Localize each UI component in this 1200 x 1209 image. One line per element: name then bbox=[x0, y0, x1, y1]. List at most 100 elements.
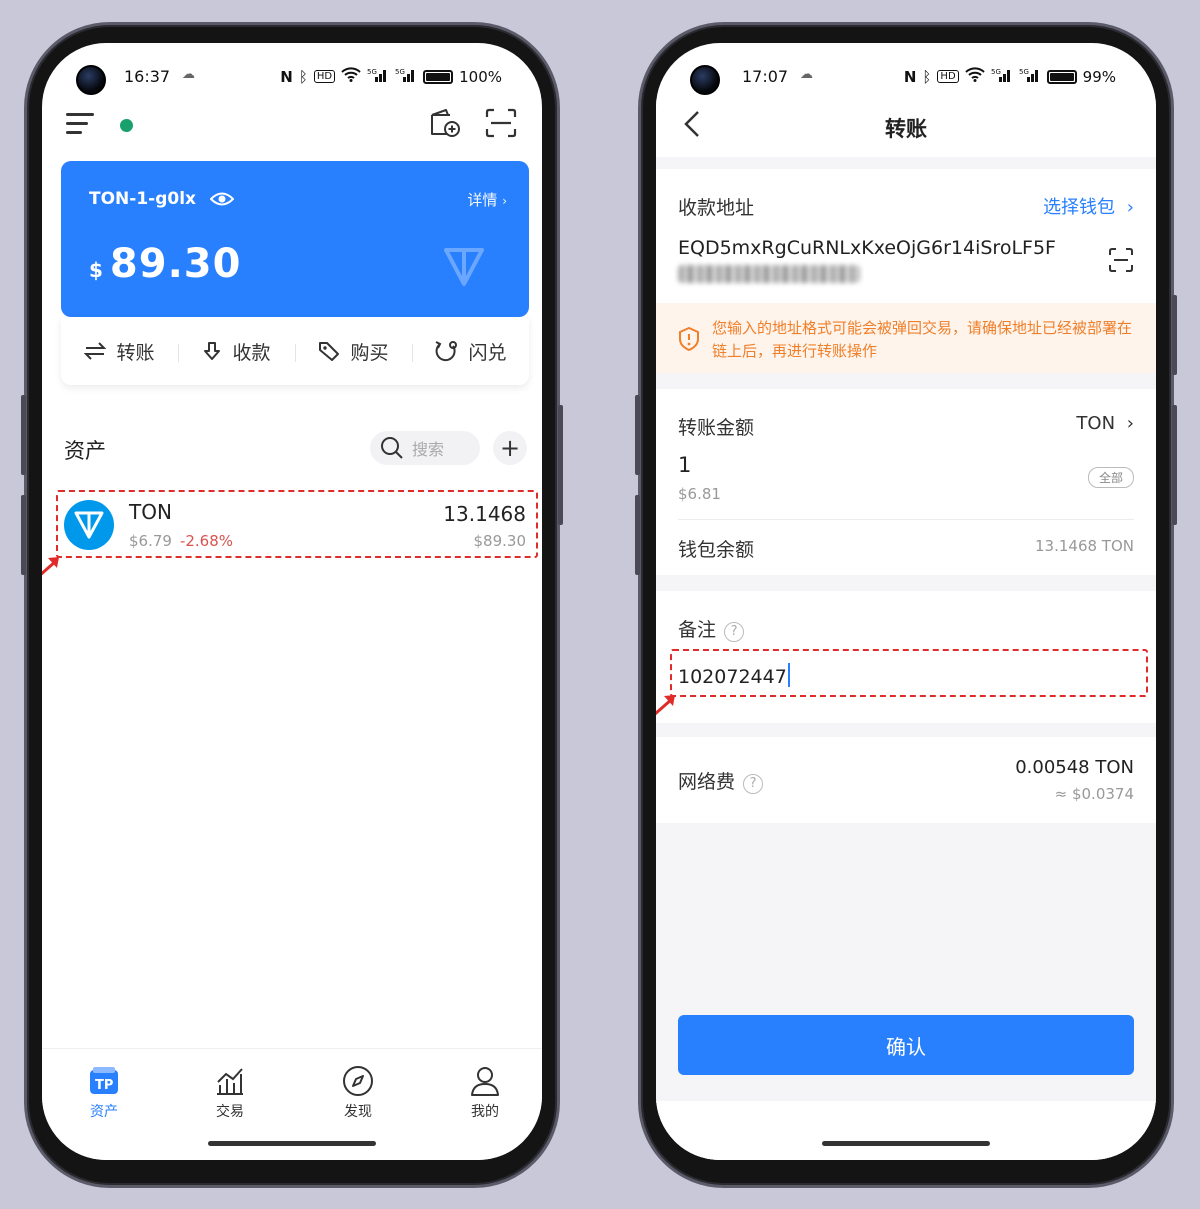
nav-profile[interactable]: 我的 bbox=[445, 1063, 525, 1121]
quick-actions: 转账 收款 购买 闪兑 bbox=[61, 317, 529, 385]
recipient-label: 收款地址 bbox=[678, 197, 755, 219]
bottom-area bbox=[656, 1101, 1156, 1160]
pointer-arrow-icon bbox=[42, 557, 59, 576]
ton-logo-icon bbox=[444, 248, 484, 286]
wallet-balance: $89.30 bbox=[89, 241, 242, 287]
shield-alert-icon bbox=[679, 327, 699, 351]
eye-icon[interactable] bbox=[210, 191, 235, 207]
highlight-box bbox=[670, 649, 1148, 697]
confirm-button[interactable]: 确认 bbox=[678, 1015, 1134, 1075]
home-indicator[interactable] bbox=[208, 1141, 376, 1146]
asset-search-input[interactable]: 搜索 bbox=[370, 431, 480, 465]
page-header: 转账 bbox=[656, 99, 1156, 157]
swap-icon bbox=[436, 341, 458, 362]
wallet-balance-value: 13.1468 TON bbox=[1035, 537, 1134, 555]
chart-icon bbox=[217, 1068, 243, 1095]
status-time: 17:07 bbox=[742, 67, 789, 86]
plus-icon: + bbox=[499, 434, 521, 462]
battery-icon bbox=[1046, 69, 1077, 84]
battery-icon bbox=[423, 69, 454, 84]
highlight-box bbox=[56, 490, 538, 558]
status-bar: 17:07 ☁ N ᛒ HD 5G 5G 99% bbox=[656, 43, 1156, 99]
recipient-address-input[interactable]: EQD5mxRgCuRNLxKxeOjG6r14iSroLF5F bbox=[678, 237, 1056, 259]
wallet-details-link[interactable]: 详情 › bbox=[467, 189, 507, 210]
tp-wallet-icon: TP bbox=[90, 1067, 118, 1094]
nav-discover[interactable]: 发现 bbox=[318, 1063, 398, 1121]
hd-icon: HD bbox=[937, 70, 959, 83]
add-asset-button[interactable]: + bbox=[493, 431, 527, 465]
tag-icon bbox=[319, 342, 340, 361]
amount-input[interactable]: 1 bbox=[678, 453, 691, 477]
signal-5g-icon: 5G bbox=[1019, 67, 1041, 86]
chevron-right-icon: › bbox=[1126, 197, 1134, 218]
redacted-address-part bbox=[678, 265, 860, 283]
nfc-icon: N bbox=[280, 67, 293, 86]
fee-fiat: ≈ $0.0374 bbox=[1054, 785, 1134, 803]
signal-5g-icon: 5G bbox=[991, 67, 1013, 86]
fee-value: 0.00548 TON bbox=[1015, 757, 1134, 778]
amount-section: 转账金额 TON › 1 全部 $6.81 钱包余额 13.1468 TON bbox=[656, 389, 1156, 575]
warning-text: 您输入的地址格式可能会被弹回交易，请确保地址已经被部署在链上后，再进行转账操作 bbox=[712, 319, 1133, 360]
scan-icon[interactable] bbox=[484, 107, 518, 139]
svg-text:TP: TP bbox=[95, 1078, 113, 1093]
wallet-home-screen: 16:37 ☁ N ᛒ HD 5G 5G 100% TON-1-g0lx 详情 … bbox=[42, 43, 542, 1160]
chevron-right-icon: › bbox=[1126, 413, 1134, 434]
battery-percent: 100% bbox=[459, 67, 502, 86]
svg-text:5G: 5G bbox=[1019, 68, 1029, 76]
pointer-arrow-icon bbox=[656, 695, 675, 716]
help-icon[interactable]: ? bbox=[724, 622, 745, 642]
divider bbox=[678, 519, 1134, 520]
nfc-icon: N bbox=[903, 67, 917, 86]
scan-icon[interactable] bbox=[1108, 247, 1134, 273]
compass-icon bbox=[343, 1066, 373, 1096]
network-fee-section: 网络费? 0.00548 TON ≈ $0.0374 bbox=[656, 737, 1156, 823]
address-warning: 您输入的地址格式可能会被弹回交易，请确保地址已经被部署在链上后，再进行转账操作 bbox=[656, 303, 1156, 373]
wallet-name: TON-1-g0lx bbox=[89, 189, 197, 209]
max-amount-button[interactable]: 全部 bbox=[1087, 467, 1134, 488]
help-icon[interactable]: ? bbox=[743, 774, 764, 794]
status-bar: 16:37 ☁ N ᛒ HD 5G 5G 100% bbox=[42, 43, 542, 99]
bluetooth-icon: ᛒ bbox=[922, 67, 932, 86]
wifi-icon bbox=[341, 67, 361, 86]
select-wallet-link[interactable]: 选择钱包 › bbox=[1043, 193, 1134, 219]
hd-icon: HD bbox=[313, 70, 336, 83]
buy-button[interactable]: 购买 bbox=[295, 338, 412, 365]
wallet-card[interactable]: TON-1-g0lx 详情 › $89.30 bbox=[61, 161, 529, 317]
cloud-icon: ☁ bbox=[800, 67, 813, 82]
bluetooth-icon: ᛒ bbox=[298, 67, 308, 86]
transfer-icon bbox=[84, 342, 107, 360]
svg-text:5G: 5G bbox=[367, 68, 377, 76]
swap-button[interactable]: 闪兑 bbox=[412, 338, 529, 365]
power-button bbox=[558, 405, 563, 525]
search-placeholder: 搜索 bbox=[412, 440, 445, 459]
add-wallet-icon[interactable] bbox=[428, 107, 462, 139]
transfer-button[interactable]: 转账 bbox=[61, 338, 178, 365]
nav-trade[interactable]: 交易 bbox=[190, 1063, 270, 1121]
signal-5g-icon: 5G bbox=[395, 67, 417, 86]
bottom-nav: TP 资产 交易 发现 我的 bbox=[42, 1048, 542, 1160]
home-indicator[interactable] bbox=[822, 1141, 990, 1146]
top-toolbar bbox=[42, 105, 542, 155]
front-camera bbox=[76, 65, 106, 95]
search-icon bbox=[381, 437, 403, 459]
status-time: 16:37 bbox=[124, 67, 171, 86]
connection-status-dot bbox=[120, 119, 133, 132]
volume-button bbox=[21, 495, 26, 575]
transfer-screen: 17:07 ☁ N ᛒ HD 5G 5G 99% 转账 收款地址 选择钱包 › … bbox=[656, 43, 1156, 1160]
svg-text:5G: 5G bbox=[395, 68, 405, 76]
battery-percent: 99% bbox=[1082, 67, 1116, 86]
volume-button bbox=[635, 495, 640, 575]
cloud-icon: ☁ bbox=[182, 67, 195, 82]
token-selector[interactable]: TON › bbox=[1076, 413, 1134, 434]
user-icon bbox=[471, 1067, 499, 1096]
front-camera bbox=[690, 65, 720, 95]
svg-text:5G: 5G bbox=[991, 68, 1001, 76]
side-button bbox=[1172, 405, 1177, 525]
assets-title: 资产 bbox=[64, 439, 106, 463]
balance-label: 钱包余额 bbox=[678, 539, 755, 561]
receive-button[interactable]: 收款 bbox=[178, 338, 295, 365]
phone-frame-right: 17:07 ☁ N ᛒ HD 5G 5G 99% 转账 收款地址 选择钱包 › … bbox=[635, 22, 1177, 1188]
power-button bbox=[1172, 295, 1177, 375]
nav-assets[interactable]: TP 资产 bbox=[64, 1063, 144, 1121]
menu-icon[interactable] bbox=[66, 113, 94, 135]
